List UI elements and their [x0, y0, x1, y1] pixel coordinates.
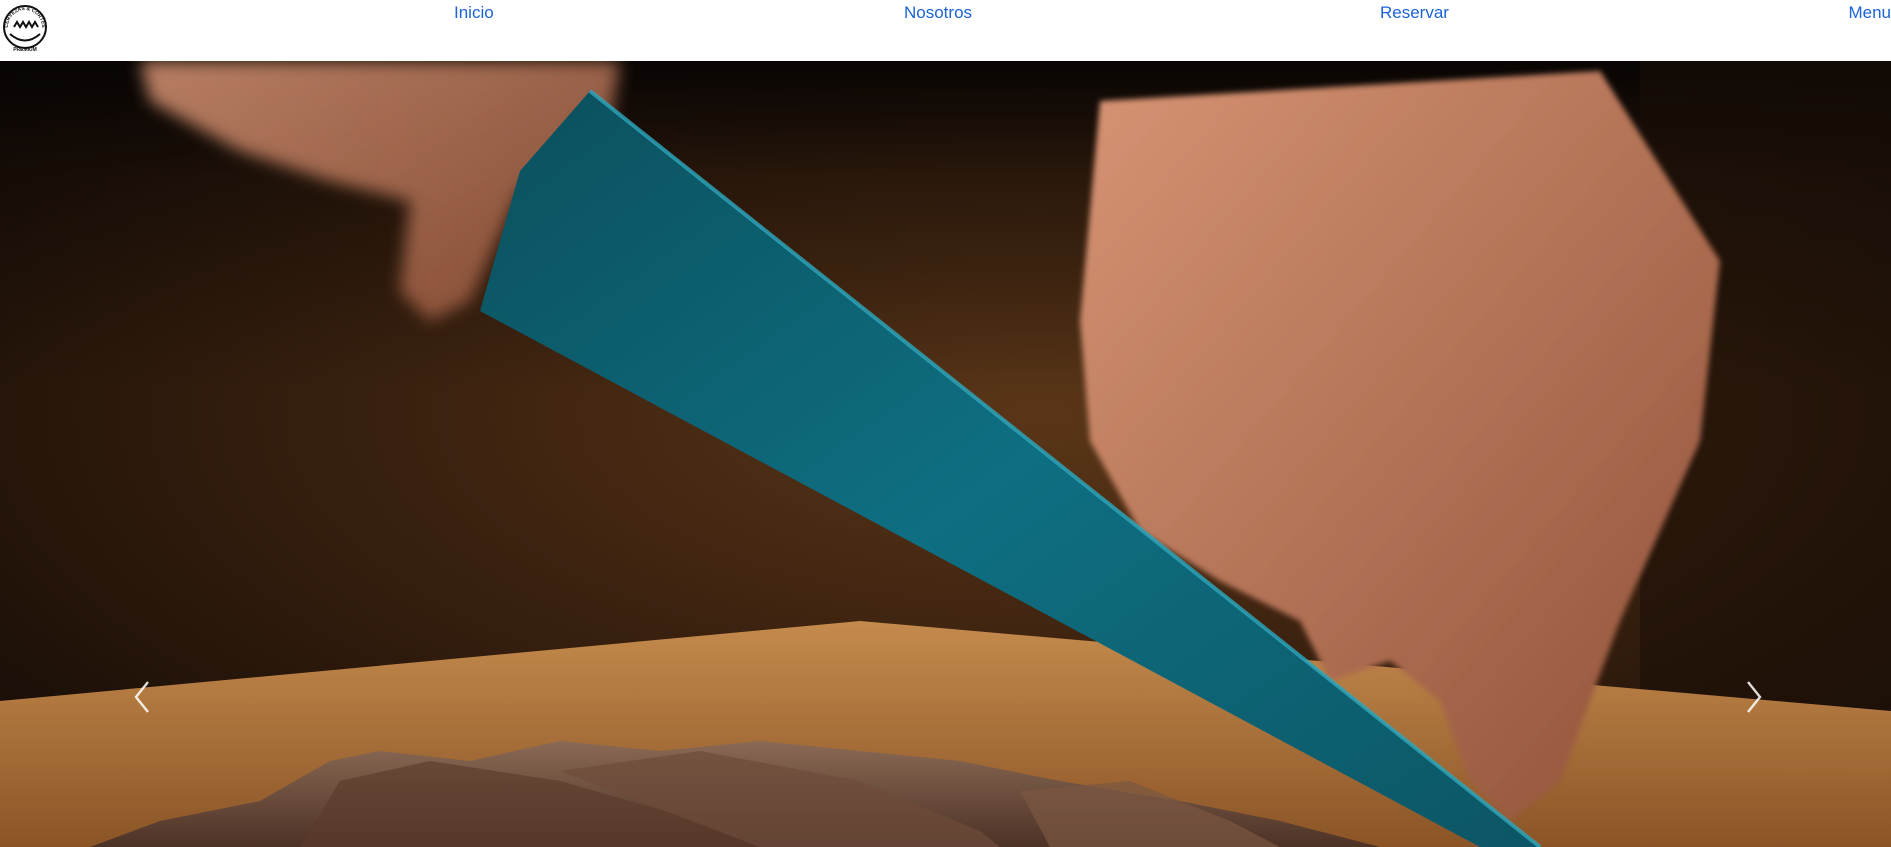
nav-link-reservar[interactable]: Reservar [1380, 3, 1449, 23]
logo-text-bottom: PREMIUM [13, 47, 37, 53]
hero-image [0, 61, 1891, 847]
carousel-next-button[interactable] [1724, 667, 1784, 727]
navbar: CERVEZAS & CORTES PREMIUM Inicio Nosotro… [0, 0, 1891, 61]
nav-link-nosotros[interactable]: Nosotros [904, 3, 972, 23]
hero-carousel [0, 61, 1891, 847]
brand-logo-icon[interactable]: CERVEZAS & CORTES PREMIUM [1, 1, 49, 54]
chevron-left-icon [134, 681, 149, 713]
nav-link-inicio[interactable]: Inicio [454, 3, 494, 23]
nav-link-menu[interactable]: Menu [1848, 3, 1891, 23]
carousel-prev-button[interactable] [112, 667, 172, 727]
chevron-right-icon [1747, 681, 1762, 713]
